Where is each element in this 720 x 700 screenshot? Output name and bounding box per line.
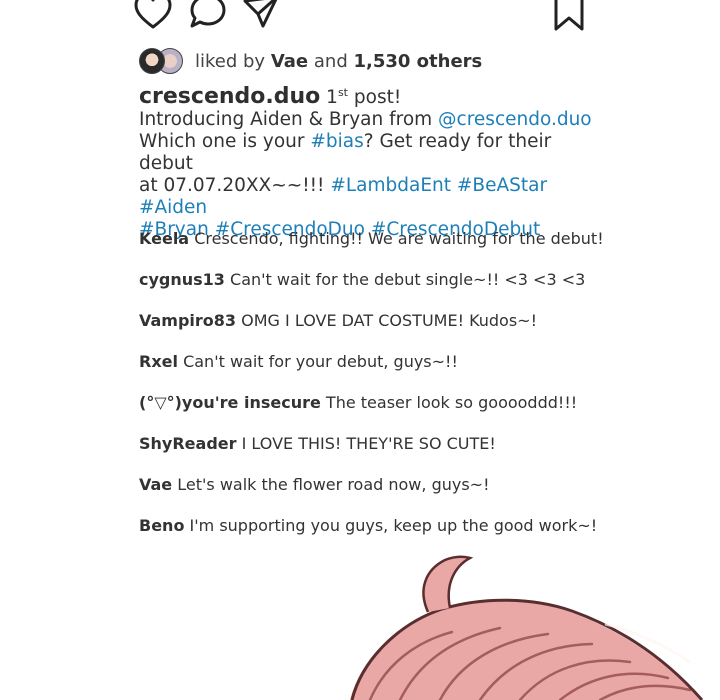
liker-avatars[interactable] <box>139 47 185 75</box>
comment-username[interactable]: Vae <box>139 475 172 494</box>
mention-link[interactable]: @crescendo.duo <box>438 109 592 130</box>
post-action-bar <box>0 0 720 36</box>
comment-list: Keela Crescendo, fighting!! We are waiti… <box>139 229 699 557</box>
comment-text: OMG I LOVE DAT COSTUME! Kudos~! <box>241 311 537 330</box>
comment-username[interactable]: Rxel <box>139 352 178 371</box>
comment-text: Let's walk the flower road now, guys~! <box>177 475 490 494</box>
comment-username[interactable]: Keela <box>139 229 189 248</box>
comment-item: (°▽°)you're insecure The teaser look so … <box>139 393 699 434</box>
caption-username[interactable]: crescendo.duo <box>139 84 320 109</box>
comment-item: ShyReader I LOVE THIS! THEY'RE SO CUTE! <box>139 434 699 475</box>
comment-item: cygnus13 Can't wait for the debut single… <box>139 270 699 311</box>
comment-username[interactable]: (°▽°)you're insecure <box>139 393 321 412</box>
comment-username[interactable]: cygnus13 <box>139 270 225 289</box>
comment-text: Can't wait for your debut, guys~!! <box>183 352 458 371</box>
comment-item: Keela Crescendo, fighting!! We are waiti… <box>139 229 699 270</box>
hashtag-link[interactable]: #LambdaEnt <box>330 175 451 196</box>
paper-plane-icon[interactable] <box>243 0 279 29</box>
hashtag-link[interactable]: #bias <box>310 131 363 152</box>
caption-line-4: at 07.07.20XX~~!!! #LambdaEnt #BeAStar #… <box>139 175 548 219</box>
bookmark-icon[interactable] <box>553 0 585 32</box>
caption-first: 1st post! <box>326 86 402 109</box>
comment-text: Crescendo, fighting!! We are waiting for… <box>194 229 604 248</box>
comment-text: The teaser look so gooooddd!!! <box>325 393 578 412</box>
heart-icon[interactable] <box>133 0 173 32</box>
comment-item: Vae Let's walk the flower road now, guys… <box>139 475 699 516</box>
comment-text: Can't wait for the debut single~!! <3 <3… <box>230 270 586 289</box>
likes-summary[interactable]: liked by Vae and 1,530 others <box>195 51 482 72</box>
likes-row: liked by Vae and 1,530 others <box>139 46 482 76</box>
comment-username[interactable]: Beno <box>139 516 184 535</box>
comment-item: Vampiro83 OMG I LOVE DAT COSTUME! Kudos~… <box>139 311 699 352</box>
liker-username[interactable]: Vae <box>271 51 308 72</box>
comment-text: I'm supporting you guys, keep up the goo… <box>189 516 598 535</box>
hashtag-link[interactable]: #BeAStar <box>457 175 547 196</box>
caption-line-1: crescendo.duo 1st post! <box>139 82 609 109</box>
caption-line-2: Introducing Aiden & Bryan from @crescend… <box>139 109 592 131</box>
likes-prefix: liked by <box>195 50 266 72</box>
likes-count[interactable]: 1,530 others <box>353 51 482 72</box>
hashtag-link[interactable]: #Aiden <box>139 197 207 218</box>
comment-text: I LOVE THIS! THEY'RE SO CUTE! <box>241 434 496 453</box>
likes-and: and <box>313 50 348 72</box>
post-caption: crescendo.duo 1st post! Introducing Aide… <box>139 82 609 241</box>
comment-bubble-icon[interactable] <box>188 0 228 32</box>
comment-item: Rxel Can't wait for your debut, guys~!! <box>139 352 699 393</box>
comment-item: Beno I'm supporting you guys, keep up th… <box>139 516 699 557</box>
avatar <box>139 48 165 74</box>
comment-username[interactable]: Vampiro83 <box>139 311 236 330</box>
caption-line-3: Which one is your #bias? Get ready for t… <box>139 131 552 175</box>
comment-username[interactable]: ShyReader <box>139 434 237 453</box>
